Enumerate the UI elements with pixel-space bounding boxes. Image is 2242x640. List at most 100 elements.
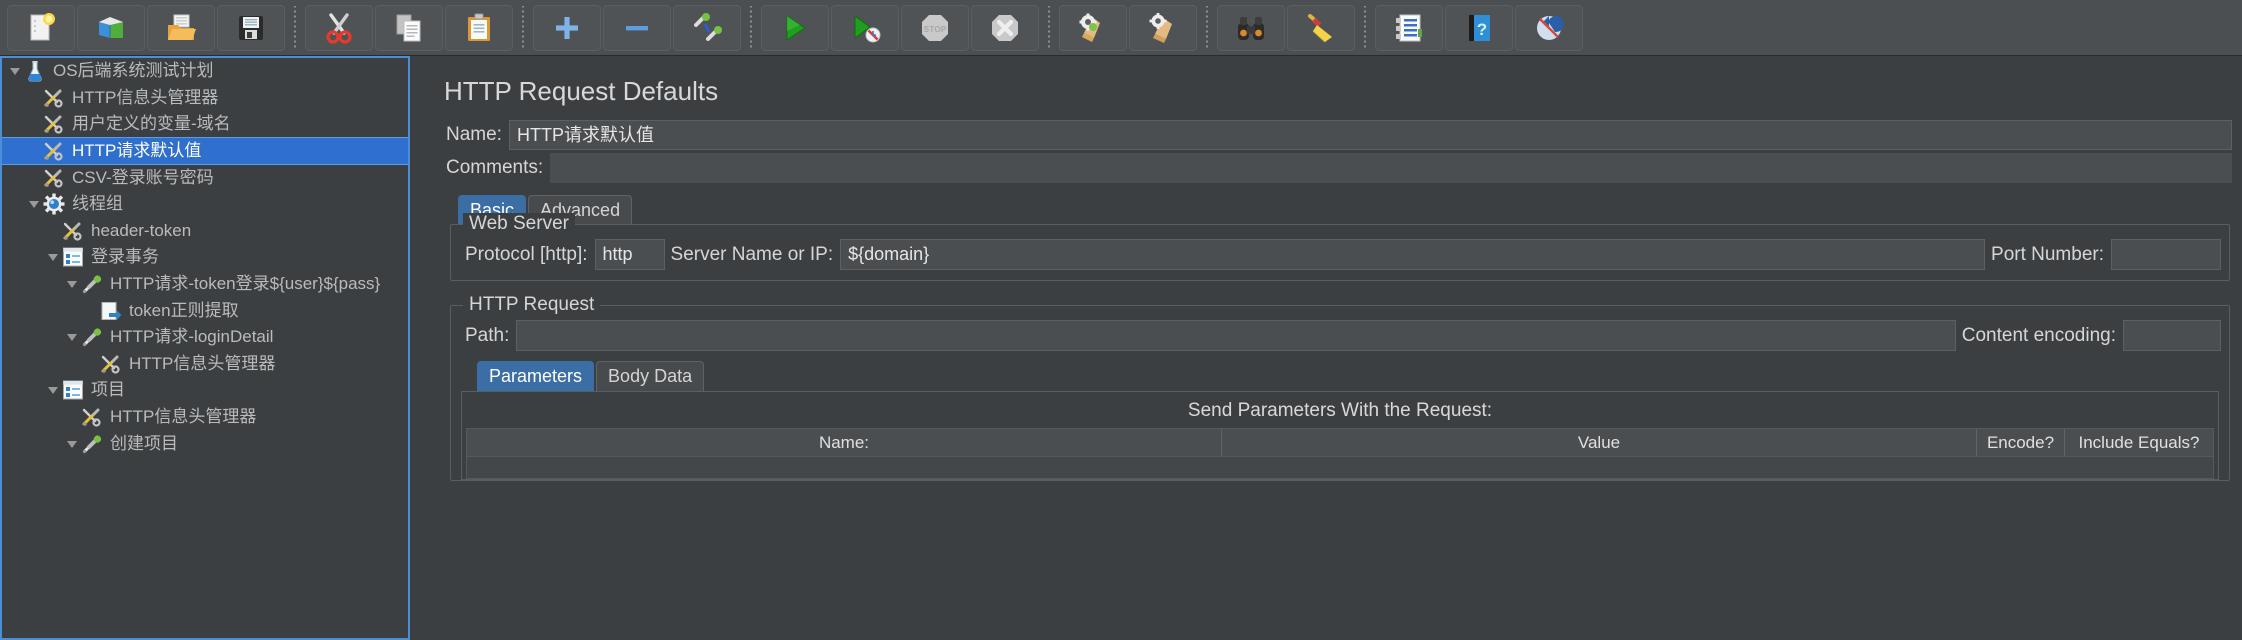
http-sampler-pipette-icon	[81, 326, 103, 348]
toolbar-separator	[1045, 5, 1053, 50]
tree-node[interactable]: HTTP请求默认值	[2, 136, 408, 166]
tree-node[interactable]: 用户定义的变量-域名	[2, 111, 408, 138]
path-input[interactable]	[516, 320, 1956, 351]
tree-node-label: OS后端系统测试计划	[53, 61, 214, 81]
broom-all-icon	[1146, 11, 1180, 45]
tab-parameters[interactable]: Parameters	[477, 361, 595, 391]
tree-node-label: 创建项目	[110, 433, 178, 453]
yellow-broom-icon	[1304, 11, 1338, 45]
tree-node-label: HTTP请求默认值	[72, 141, 202, 161]
comments-row: Comments:	[440, 153, 2232, 183]
save-test-plan-button[interactable]	[217, 4, 285, 51]
tree-node-label: HTTP信息头管理器	[110, 407, 257, 427]
chevron-down-icon[interactable]	[6, 58, 24, 84]
chevron-down-icon[interactable]	[63, 324, 81, 350]
config-wrench-icon	[43, 87, 65, 109]
copy-button[interactable]	[375, 4, 443, 51]
open-test-plan-button[interactable]	[147, 4, 215, 51]
tree-node[interactable]: 项目	[2, 377, 408, 404]
name-label: Name:	[446, 124, 502, 145]
minus-icon	[620, 11, 654, 45]
undo-button[interactable]	[1515, 4, 1583, 51]
tree-node-label: 项目	[91, 380, 125, 400]
start-no-pauses-button[interactable]	[831, 4, 899, 51]
server-name-input[interactable]: ${domain}	[840, 239, 1986, 270]
cut-button[interactable]	[305, 4, 373, 51]
test-plan-tree[interactable]: OS后端系统测试计划 HTTP信息头管理器 用户定义的变量-域名 HTTP请求默认值 C…	[0, 56, 410, 640]
tree-node[interactable]: HTTP请求-loginDetail	[2, 324, 408, 351]
play-no-timers-icon	[848, 11, 882, 45]
protocol-input[interactable]: http	[594, 239, 665, 270]
toggle-pins-icon	[690, 11, 724, 45]
tree-node[interactable]: HTTP信息头管理器	[2, 404, 408, 431]
tree-node-label: HTTP信息头管理器	[129, 353, 276, 373]
chevron-down-icon[interactable]	[44, 244, 62, 270]
page-title: HTTP Request Defaults	[444, 76, 719, 106]
expand-all-button[interactable]	[533, 4, 601, 51]
server-name-label: Server Name or IP:	[670, 243, 834, 265]
shutdown-button[interactable]	[971, 4, 1039, 51]
toggle-button[interactable]	[673, 4, 741, 51]
chevron-down-icon[interactable]	[25, 191, 43, 217]
main-toolbar: STOP ?	[0, 0, 2242, 56]
web-server-row: Protocol [http]: http Server Name or IP:…	[459, 239, 2221, 270]
name-input[interactable]: HTTP请求默认值	[508, 120, 2232, 150]
collapse-all-button[interactable]	[603, 4, 671, 51]
binoculars-icon	[1234, 11, 1268, 45]
chevron-down-icon[interactable]	[63, 431, 81, 457]
toolbar-separator	[1361, 5, 1369, 50]
function-helper-button[interactable]	[1375, 4, 1443, 51]
help-button[interactable]: ?	[1445, 4, 1513, 51]
tree-node-label: 用户定义的变量-域名	[72, 114, 231, 134]
tree-node[interactable]: 线程组	[2, 191, 408, 218]
reset-search-button[interactable]	[1287, 4, 1355, 51]
tree-node[interactable]: HTTP信息头管理器	[2, 351, 408, 378]
column-header-name[interactable]: Name:	[467, 429, 1222, 456]
tree-node[interactable]: token正则提取	[2, 297, 408, 324]
thread-group-gear-icon	[43, 193, 65, 215]
save-disk-icon	[234, 11, 268, 45]
chevron-down-icon[interactable]	[44, 377, 62, 403]
templates-button[interactable]	[77, 4, 145, 51]
search-button[interactable]	[1217, 4, 1285, 51]
chevron-down-icon[interactable]	[63, 271, 81, 297]
web-server-group-title: Web Server	[463, 213, 575, 235]
tree-node[interactable]: header-token	[2, 218, 408, 245]
clear-all-button[interactable]	[1129, 4, 1197, 51]
toolbar-separator	[291, 5, 299, 50]
name-row: Name: HTTP请求默认值	[440, 119, 2232, 151]
column-header-value[interactable]: Value	[1222, 429, 1977, 456]
parameters-table-body[interactable]	[466, 457, 2214, 479]
port-label: Port Number:	[1991, 243, 2104, 265]
clear-button[interactable]	[1059, 4, 1127, 51]
config-wrench-icon	[43, 140, 65, 162]
tree-node[interactable]: 登录事务	[2, 244, 408, 271]
tree-node[interactable]: 创建项目	[2, 430, 408, 457]
tab-body-data[interactable]: Body Data	[596, 361, 705, 391]
web-server-group: Web Server Protocol [http]: http Server …	[450, 213, 2230, 281]
tree-node[interactable]: HTTP信息头管理器	[2, 85, 408, 112]
stop-button[interactable]: STOP	[901, 4, 969, 51]
toolbar-separator	[1203, 5, 1211, 50]
test-plan-flask-icon	[24, 60, 46, 82]
comments-input[interactable]	[550, 153, 2232, 183]
port-input[interactable]	[2111, 239, 2221, 270]
transaction-controller-icon	[62, 379, 84, 401]
tree-node[interactable]: HTTP请求-token登录${user}${pass}	[2, 271, 408, 298]
column-header-include-equals[interactable]: Include Equals?	[2065, 429, 2213, 456]
paste-button[interactable]	[445, 4, 513, 51]
start-button[interactable]	[761, 4, 829, 51]
main-tabs: Basic Advanced	[458, 195, 2242, 225]
tree-node[interactable]: CSV-登录账号密码	[2, 164, 408, 191]
content-encoding-input[interactable]	[2123, 320, 2221, 351]
broom-gear-icon	[1076, 11, 1110, 45]
new-test-plan-button[interactable]	[7, 4, 75, 51]
column-header-encode[interactable]: Encode?	[1977, 429, 2065, 456]
shutdown-x-icon	[988, 11, 1022, 45]
clipboard-icon	[462, 11, 496, 45]
tree-node-label: HTTP信息头管理器	[72, 87, 219, 107]
tree-node[interactable]: OS后端系统测试计划	[2, 58, 408, 85]
element-editor-panel: HTTP Request Defaults Name: HTTP请求默认值 Co…	[410, 56, 2242, 640]
